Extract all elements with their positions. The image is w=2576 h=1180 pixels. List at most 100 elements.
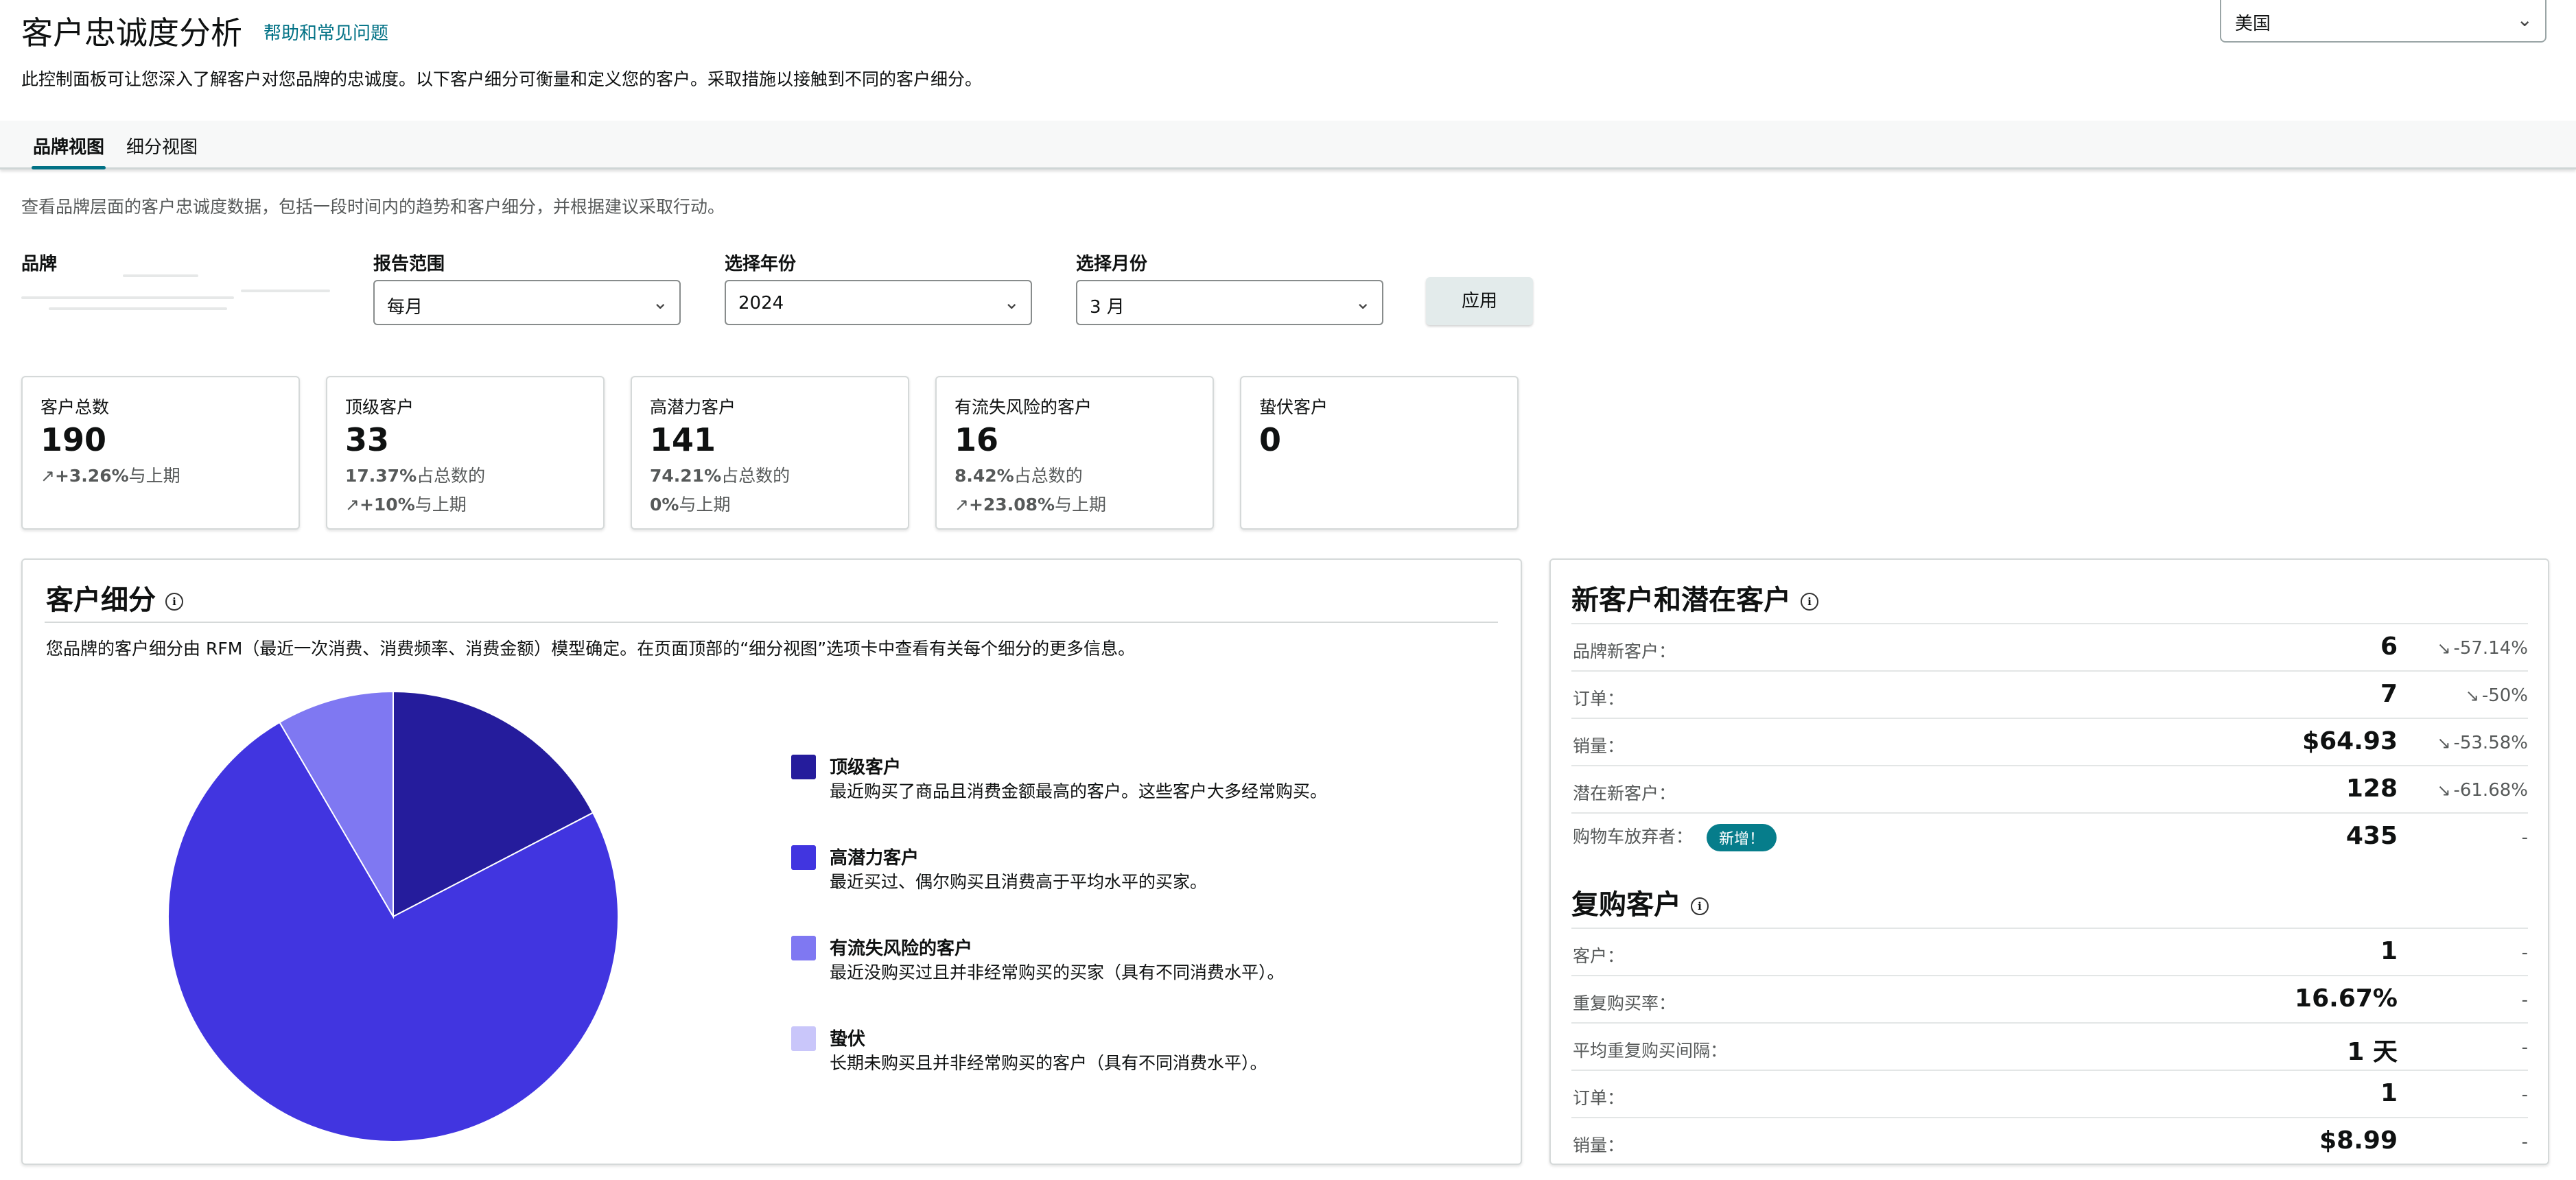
year-value: 2024 — [738, 293, 784, 314]
kpi-card-top-customers: 顶级客户 33 17.37%占总数的 ↗+10%与上期 — [326, 376, 605, 530]
trend-up-icon: ↗ — [345, 495, 360, 515]
kpi-title: 有流失风险的客户 — [955, 397, 1092, 417]
metric-value: 16.67% — [2295, 984, 2398, 1013]
legend-name: 高潜力客户 — [830, 848, 920, 869]
legend-name: 蛰伏 — [830, 1029, 866, 1050]
chevron-down-icon: ⌄ — [1355, 291, 1371, 314]
segmentation-title: 客户细分 i — [46, 578, 183, 617]
info-icon[interactable]: i — [1691, 897, 1709, 915]
metric-value: 128 — [2345, 775, 2398, 803]
kpi-title: 客户总数 — [40, 397, 110, 417]
metric-label: 订单： — [1573, 1088, 1625, 1108]
metric-change: - — [2521, 990, 2528, 1011]
segmentation-pie-chart — [167, 690, 619, 1142]
divider — [45, 622, 1498, 623]
kpi-value: 16 — [955, 421, 999, 458]
kpi-card-total-customers: 客户总数 190 ↗+3.26%与上期 — [21, 376, 300, 530]
legend-swatch — [791, 1026, 816, 1051]
report-range-select[interactable]: 每月 ⌄ — [373, 280, 681, 325]
metric-label: 重复购买率： — [1573, 993, 1676, 1013]
metric-label: 订单： — [1573, 689, 1625, 709]
page-subtitle: 此控制面板可让您深入了解客户对您品牌的忠诚度。以下客户细分可衡量和定义您的客户。… — [21, 69, 983, 89]
page-title: 客户忠诚度分析 — [21, 14, 242, 51]
metric-label: 平均重复购买间隔： — [1573, 1041, 1728, 1061]
metric-change: - — [2521, 827, 2528, 848]
metric-label: 销量： — [1573, 1135, 1625, 1155]
metric-row-repeat-orders: 订单： 1 - — [1571, 1070, 2528, 1118]
metric-row-repeat-sales: 销量： $8.99 - — [1571, 1117, 2528, 1165]
metric-label: 潜在新客户： — [1573, 783, 1676, 803]
info-icon[interactable]: i — [1801, 593, 1818, 611]
tab-bar: 品牌视图 细分视图 — [0, 121, 2576, 169]
legend-desc: 最近买过、偶尔购买且消费高于平均水平的买家。 — [830, 872, 1208, 892]
repeat-customers-title: 复购客户 i — [1571, 882, 1709, 922]
help-link[interactable]: 帮助和常见问题 — [264, 19, 388, 45]
month-select[interactable]: 3 月 ⌄ — [1076, 280, 1383, 325]
metric-value: 435 — [2345, 822, 2398, 850]
kpi-value: 0 — [1259, 421, 1282, 458]
metric-change: - — [2521, 943, 2528, 963]
legend-name: 顶级客户 — [830, 757, 902, 778]
kpi-share: 74.21%占总数的 — [650, 466, 791, 486]
tab-brand-view[interactable]: 品牌视图 — [31, 133, 106, 169]
metric-row-cart-abandoners: 购物车放弃者： 新增！ 435 - — [1571, 812, 2528, 860]
kpi-change: ↗+3.26%与上期 — [40, 466, 180, 486]
kpi-card-high-potential: 高潜力客户 141 74.21%占总数的 0%与上期 — [631, 376, 909, 530]
metric-row-orders: 订单： 7 -50% — [1571, 670, 2528, 718]
metric-label: 购物车放弃者： 新增！ — [1573, 823, 1777, 851]
brand-selector-redacted[interactable] — [21, 266, 330, 328]
trend-up-icon: ↗ — [955, 495, 969, 515]
metric-value: 1 天 — [2347, 1038, 2398, 1066]
kpi-title: 顶级客户 — [345, 397, 414, 417]
kpi-title: 蛰伏客户 — [1259, 397, 1328, 417]
chevron-down-icon: ⌄ — [1003, 291, 1020, 314]
legend-desc: 长期未购买且并非经常购买的客户（具有不同消费水平）。 — [830, 1053, 1267, 1073]
metric-value: 1 — [2380, 937, 2398, 965]
metric-change: - — [2521, 1085, 2528, 1105]
metric-change: - — [2521, 1132, 2528, 1153]
metric-change: -57.14% — [2437, 638, 2528, 659]
kpi-change: ↗+10%与上期 — [345, 495, 467, 515]
legend-swatch — [791, 936, 816, 960]
metric-change: -53.58% — [2437, 733, 2528, 753]
report-range-value: 每月 — [387, 297, 423, 318]
kpi-value: 141 — [650, 421, 716, 458]
metric-row-repeat-customers: 客户： 1 - — [1571, 928, 2528, 976]
metric-change: -50% — [2466, 685, 2528, 706]
metric-label: 品牌新客户： — [1573, 641, 1676, 661]
metric-label: 客户： — [1573, 946, 1625, 966]
country-value: 美国 — [2235, 14, 2271, 34]
apply-button[interactable]: 应用 — [1426, 277, 1533, 325]
kpi-value: 33 — [345, 421, 390, 458]
metric-value: 1 — [2380, 1079, 2398, 1107]
tab-description: 查看品牌层面的客户忠诚度数据，包括一段时间内的趋势和客户细分，并根据建议采取行动… — [21, 197, 725, 217]
trend-up-icon: ↗ — [40, 466, 55, 486]
range-label: 报告范围 — [373, 254, 445, 274]
customer-metrics-panel: 新客户和潜在客户i 品牌新客户： 6 -57.14% 订单： 7 -50% 销量… — [1549, 558, 2549, 1165]
kpi-card-at-risk: 有流失风险的客户 16 8.42%占总数的 ↗+23.08%与上期 — [935, 376, 1214, 530]
month-label: 选择月份 — [1076, 254, 1148, 274]
new-badge: 新增！ — [1707, 824, 1777, 851]
legend-desc: 最近购买了商品且消费金额最高的客户。这些客户大多经常购买。 — [830, 781, 1328, 801]
country-select[interactable]: 美国 ⌄ — [2220, 0, 2546, 43]
info-icon[interactable]: i — [165, 593, 183, 611]
kpi-share: 17.37%占总数的 — [345, 466, 486, 486]
tab-segment-view[interactable]: 细分视图 — [126, 133, 198, 158]
kpi-change: ↗+23.08%与上期 — [955, 495, 1107, 515]
metric-row-avg-repeat-interval: 平均重复购买间隔： 1 天 - — [1571, 1022, 2528, 1070]
legend-swatch — [791, 755, 816, 779]
chevron-down-icon: ⌄ — [652, 291, 668, 314]
month-value: 3 月 — [1090, 297, 1125, 318]
metric-change: - — [2521, 1037, 2528, 1058]
kpi-card-dormant: 蛰伏客户 0 — [1240, 376, 1519, 530]
metric-value: 7 — [2380, 680, 2398, 708]
kpi-value: 190 — [40, 421, 107, 458]
metric-change: -61.68% — [2437, 780, 2528, 801]
metric-row-sales: 销量： $64.93 -53.58% — [1571, 718, 2528, 766]
year-select[interactable]: 2024 ⌄ — [725, 280, 1032, 325]
kpi-share: 8.42%占总数的 — [955, 466, 1083, 486]
metric-label: 销量： — [1573, 736, 1625, 756]
kpi-title: 高潜力客户 — [650, 397, 736, 417]
metric-row-repeat-rate: 重复购买率： 16.67% - — [1571, 975, 2528, 1023]
legend-desc: 最近没购买过且并非经常购买的买家（具有不同消费水平）。 — [830, 963, 1285, 982]
